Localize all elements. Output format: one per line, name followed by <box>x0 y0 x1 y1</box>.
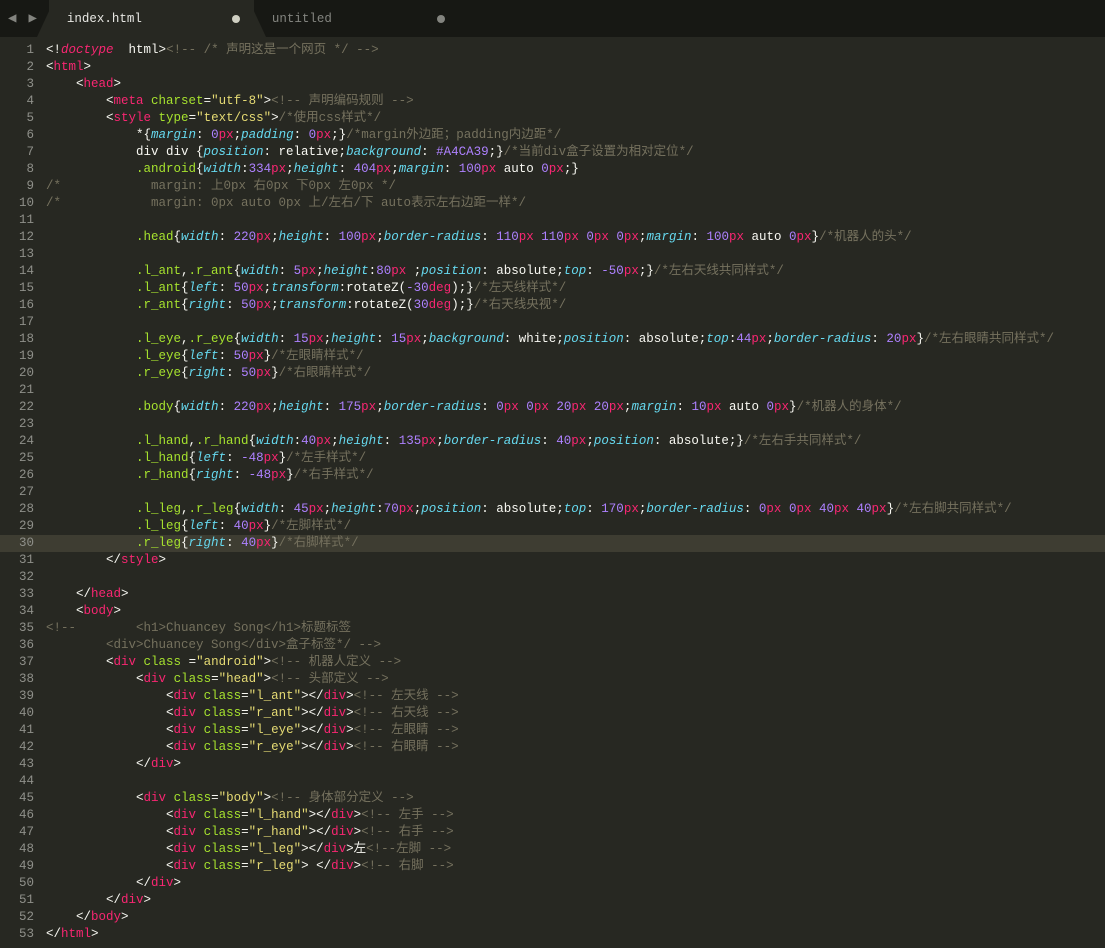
tab-untitled[interactable]: untitled <box>254 0 459 37</box>
tab-label: index.html <box>67 12 142 26</box>
tab-bar: ◀ ▶ index.html untitled <box>0 0 1105 37</box>
tab-index-html[interactable]: index.html <box>49 0 254 37</box>
code-content[interactable]: <!doctype html><!-- /* 声明这是一个网页 */ --><h… <box>46 37 1105 948</box>
dirty-indicator-icon <box>437 15 445 23</box>
dirty-indicator-icon <box>232 15 240 23</box>
editor-area[interactable]: 1234567891011121314151617181920212223242… <box>0 37 1105 948</box>
tab-label: untitled <box>272 12 332 26</box>
nav-back-icon[interactable]: ◀ <box>4 8 20 29</box>
line-number-gutter: 1234567891011121314151617181920212223242… <box>0 37 46 948</box>
